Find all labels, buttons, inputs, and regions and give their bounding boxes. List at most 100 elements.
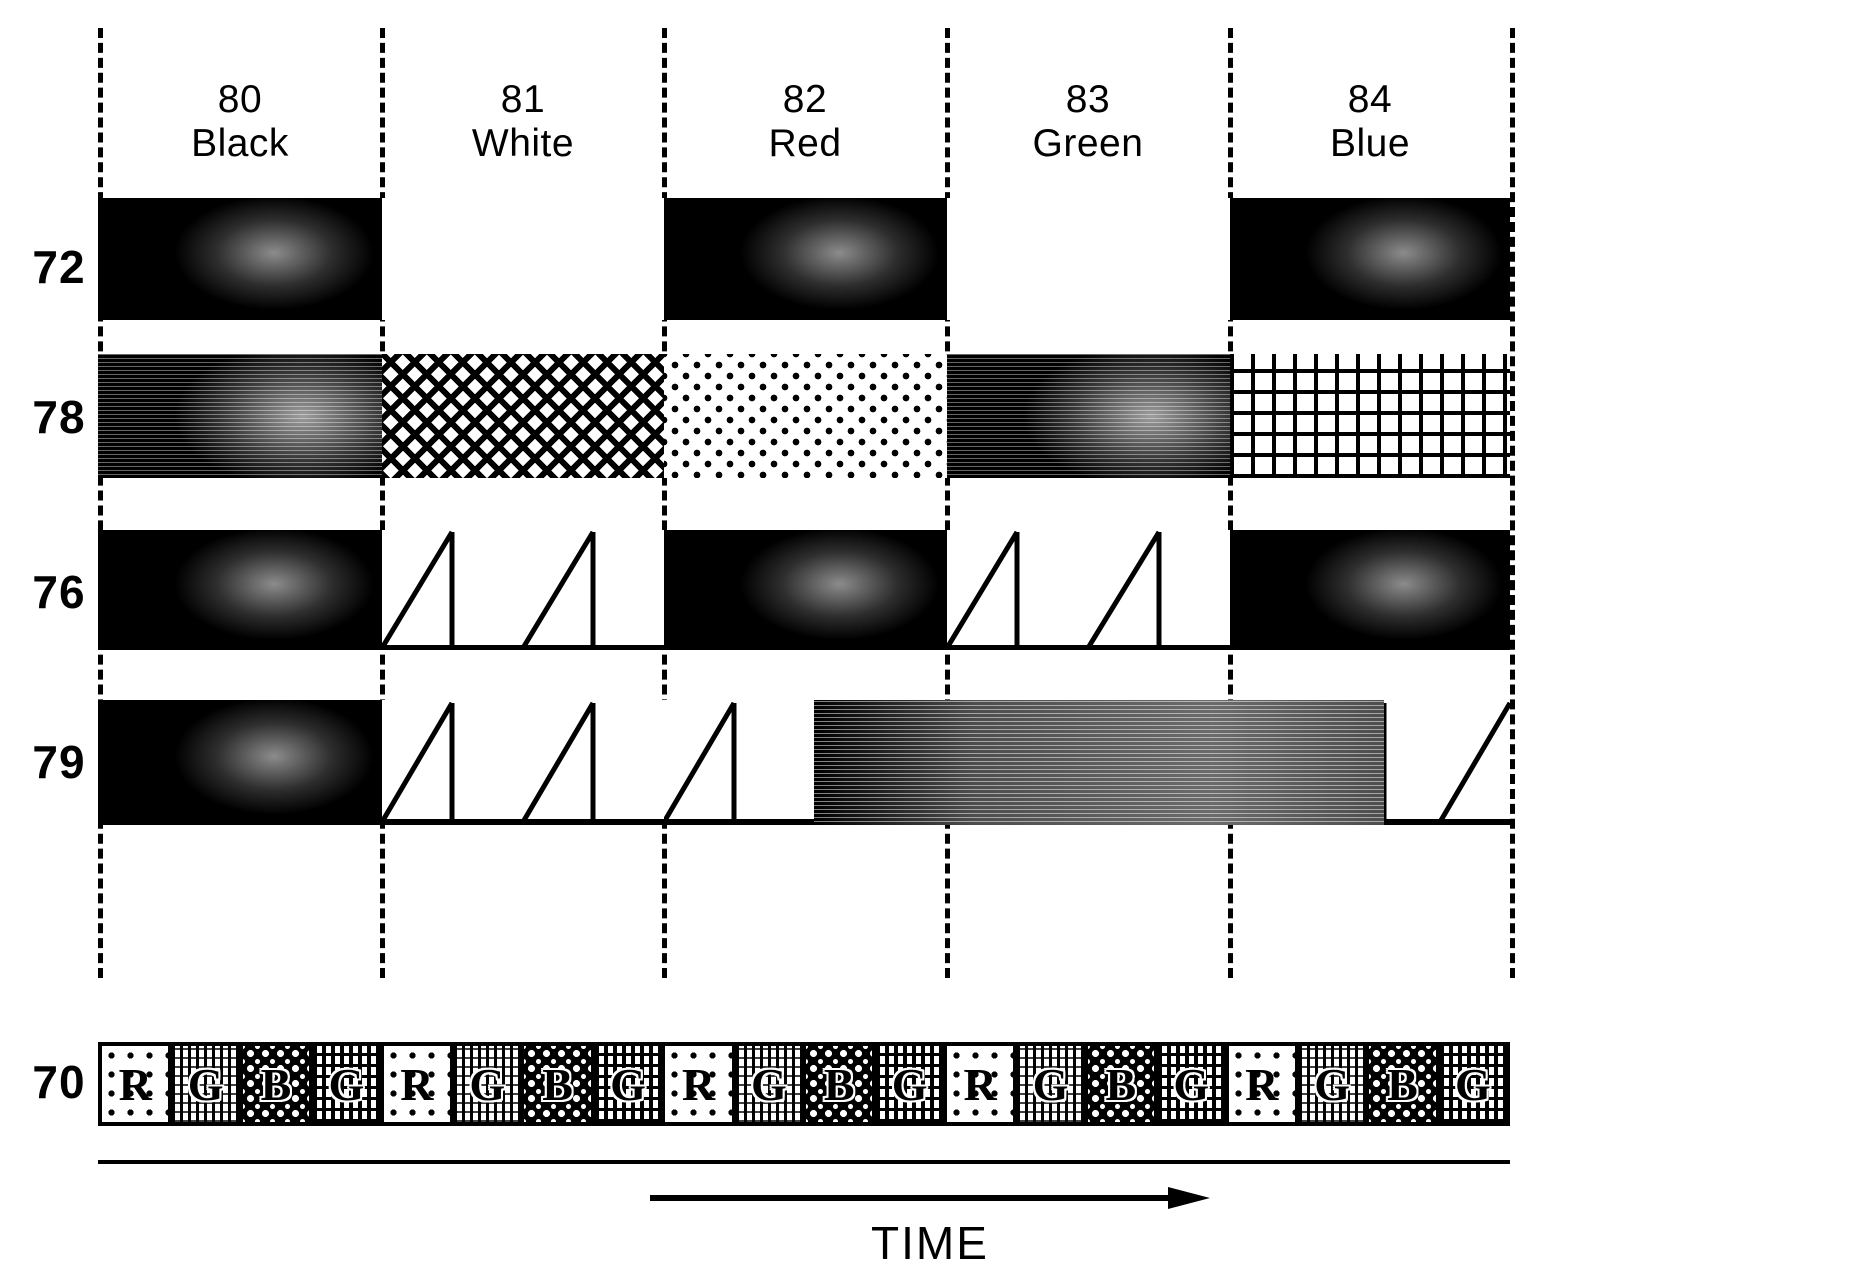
subpixel-label-g: G [610,1058,646,1110]
subpixel-cell-81-B: B [524,1046,595,1122]
row79-sawtooth-82-svg [664,700,814,825]
subpixel-label-r: R [118,1058,152,1110]
row76-sawtooth-83 [947,530,1230,650]
row78-segment-83 [947,354,1230,478]
row79-sawtooth-81-svg [382,700,664,825]
subpixel-label-g: G [469,1058,506,1110]
row72-segment-82 [664,198,947,320]
row78-segment-80 [98,354,382,478]
column-separator-right [1510,28,1515,978]
row-label-70: 70 [32,1056,86,1108]
subpixel-cell-82-G: G [735,1046,807,1122]
subpixel-cell-84-G2: G [1439,1046,1507,1122]
subpixel-cell-84-G: G [1298,1046,1370,1122]
column-header-80-number: 80 [217,78,263,121]
time-arrow-icon [650,1185,1210,1211]
column-separator-83-84 [1228,28,1233,978]
row76-sawtooth-83-svg [947,530,1230,650]
time-axis-arrow-wrap [0,1185,1860,1216]
subpixel-stripe-row-70: R G B G R G B G R G B G R G B G R G B G [98,1042,1510,1126]
subpixel-cell-83-G2: G [1158,1046,1229,1122]
row-label-72: 72 [32,241,86,293]
waveform-row-79 [98,700,1510,825]
row79-sawtooth-81 [382,700,664,825]
subpixel-label-g: G [1032,1058,1069,1110]
subpixel-label-b: B [1387,1058,1418,1110]
column-header-84-name: Blue [1329,121,1411,165]
column-header-81-name: White [471,121,575,165]
subpixel-label-r: R [681,1058,716,1110]
row76-sawtooth-81-svg [382,530,664,650]
column-header-82: 82 Red [660,78,950,165]
subpixel-cell-81-R: R [383,1046,455,1122]
row76-sawtooth-81 [382,530,664,650]
time-arrow-shaft [650,1195,1170,1201]
subpixel-label-b: B [542,1058,573,1110]
waveform-row-78 [98,354,1510,478]
subpixel-label-r: R [963,1058,997,1110]
column-header-82-number: 82 [782,78,828,121]
subpixel-cell-83-R: R [946,1046,1018,1122]
row72-segment-83 [947,198,1230,320]
subpixel-label-g: G [1455,1058,1491,1110]
row76-segment-82 [664,530,947,650]
time-arrow-head [1168,1187,1210,1209]
diagram-baseline [98,1160,1510,1164]
timing-diagram-figure: 80 Black 81 White 82 Red 83 Green 84 Blu… [0,0,1860,1288]
subpixel-cell-80-G2: G [313,1046,384,1122]
row78-segment-81 [382,354,664,478]
subpixel-label-g: G [1314,1058,1350,1110]
row79-sawtooth-84 [1384,700,1510,825]
subpixel-cell-82-R: R [665,1046,736,1122]
column-header-84-number: 84 [1347,78,1393,121]
waveform-row-72 [98,198,1510,320]
column-header-83-name: Green [1032,121,1144,165]
column-separator-82-83 [945,28,950,978]
row79-sawtooth-82 [664,700,814,825]
row72-segment-80 [98,198,382,320]
row76-segment-84 [1230,530,1510,650]
row79-segment-80 [98,700,382,825]
subpixel-cell-81-G2: G [594,1046,666,1122]
row79-sawtooth-84-svg [1384,700,1510,825]
column-separator-left [98,28,103,978]
row72-segment-84 [1230,198,1510,320]
column-header-83-number: 83 [1065,78,1111,121]
column-header-81-number: 81 [500,78,546,121]
column-header-81: 81 White [378,78,668,165]
subpixel-cell-83-B: B [1087,1046,1159,1122]
subpixel-cell-80-R: R [102,1046,173,1122]
column-header-80-name: Black [191,121,289,165]
waveform-row-76 [98,530,1510,650]
row78-segment-82 [664,354,947,478]
row78-segment-84 [1230,354,1510,478]
subpixel-cell-80-G: G [172,1046,243,1122]
subpixel-cell-82-G2: G [876,1046,947,1122]
subpixel-label-r: R [400,1058,434,1110]
column-separator-81-82 [662,28,667,978]
subpixel-cell-82-B: B [806,1046,877,1122]
row76-segment-80 [98,530,382,650]
subpixel-label-b: B [260,1058,292,1110]
subpixel-label-g: G [328,1058,365,1110]
subpixel-label-g: G [1173,1058,1210,1110]
column-header-80: 80 Black [95,78,385,165]
row-label-78: 78 [32,391,86,443]
column-header-82-name: Red [768,121,842,165]
column-header-84: 84 Blue [1225,78,1515,165]
column-separator-80-81 [380,28,385,978]
subpixel-label-b: B [823,1058,855,1110]
subpixel-label-g: G [891,1058,928,1110]
subpixel-cell-81-G: G [454,1046,525,1122]
subpixel-label-b: B [1105,1058,1137,1110]
column-header-83: 83 Green [943,78,1233,165]
time-axis-label: TIME [871,1217,989,1269]
row79-segment-82-83-black [814,700,1384,825]
row-label-76: 76 [32,566,86,618]
subpixel-cell-84-B: B [1369,1046,1440,1122]
row72-segment-81 [382,198,664,320]
subpixel-cell-83-G: G [1017,1046,1088,1122]
subpixel-label-g: G [187,1058,224,1110]
row-label-79: 79 [32,736,86,788]
subpixel-label-r: R [1245,1058,1279,1110]
